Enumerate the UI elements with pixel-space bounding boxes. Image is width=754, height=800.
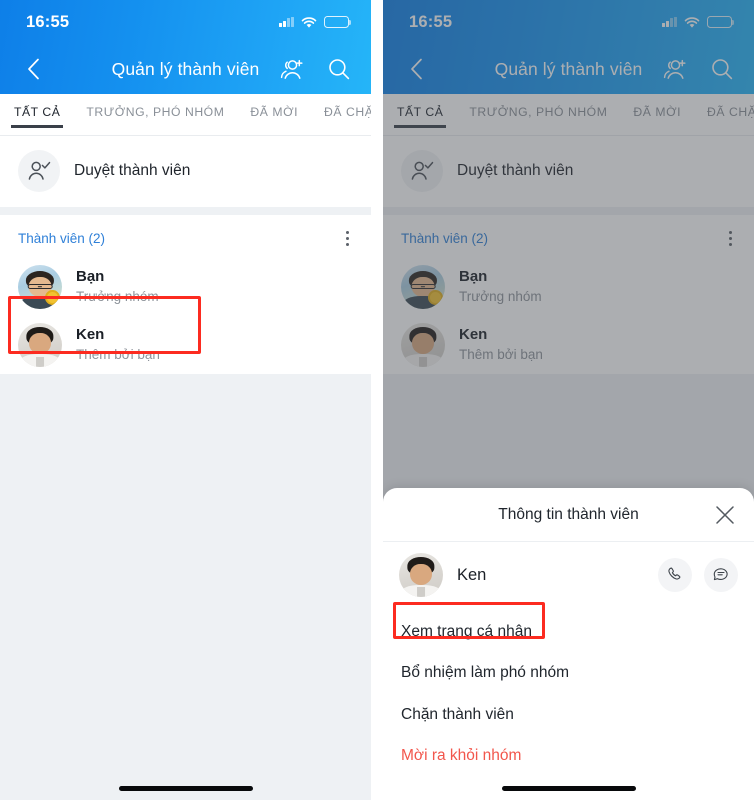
nav-actions bbox=[279, 55, 353, 83]
sheet-header: Thông tin thành viên bbox=[383, 488, 754, 542]
sheet-title: Thông tin thành viên bbox=[498, 505, 639, 523]
sheet-user-row: Ken bbox=[383, 542, 754, 607]
tab-blocked[interactable]: ĐÃ CHẶN bbox=[324, 94, 371, 119]
member-text: Ken Thêm bởi bạn bbox=[76, 325, 160, 365]
table-row[interactable]: Bạn Trưởng nhóm bbox=[0, 257, 371, 316]
member-info-sheet: Thông tin thành viên Ken Xem trang cá nh… bbox=[383, 488, 754, 800]
menu-item-promote-deputy[interactable]: Bổ nhiệm làm phó nhóm bbox=[383, 652, 754, 693]
status-bar-time: 16:55 bbox=[26, 12, 70, 31]
back-button[interactable] bbox=[18, 54, 48, 84]
sheet-user-name: Ken bbox=[457, 565, 487, 584]
phone-screen-left: 16:55 Quản lý thành viên TẤT CẢ TRƯỞNG, … bbox=[0, 0, 371, 800]
search-icon[interactable] bbox=[325, 55, 353, 83]
cellular-signal-icon bbox=[279, 17, 294, 27]
table-row[interactable]: Ken Thêm bởi bạn bbox=[0, 315, 371, 374]
approve-members-label: Duyệt thành viên bbox=[74, 162, 191, 179]
member-text: Bạn Trưởng nhóm bbox=[76, 267, 159, 307]
wifi-icon bbox=[301, 16, 317, 28]
member-role: Trưởng nhóm bbox=[76, 288, 159, 304]
menu-item-remove-member[interactable]: Mời ra khỏi nhóm bbox=[383, 735, 754, 776]
approve-members-row[interactable]: Duyệt thành viên bbox=[0, 136, 371, 207]
members-count-label: Thành viên (2) bbox=[18, 230, 106, 246]
avatar bbox=[18, 264, 62, 309]
approve-card: Duyệt thành viên bbox=[0, 136, 371, 207]
add-people-icon[interactable] bbox=[279, 55, 307, 83]
tab-leaders[interactable]: TRƯỞNG, PHÓ NHÓM bbox=[86, 94, 224, 119]
tab-invited[interactable]: ĐÃ MỜI bbox=[250, 94, 298, 119]
members-section-header: Thành viên (2) bbox=[0, 215, 371, 258]
message-icon[interactable] bbox=[704, 558, 738, 592]
member-name: Bạn bbox=[76, 267, 105, 285]
tab-bar: TẤT CẢ TRƯỞNG, PHÓ NHÓM ĐÃ MỜI ĐÃ CHẶN bbox=[0, 94, 371, 136]
avatar bbox=[18, 322, 62, 367]
member-name: Ken bbox=[76, 325, 105, 343]
tab-all[interactable]: TẤT CẢ bbox=[10, 94, 64, 128]
section-divider bbox=[0, 207, 371, 215]
content-area: Duyệt thành viên Thành viên (2) Bạn Trưở… bbox=[0, 136, 371, 800]
sheet-menu: Xem trang cá nhân Bổ nhiệm làm phó nhóm … bbox=[383, 607, 754, 777]
phone-icon[interactable] bbox=[658, 558, 692, 592]
kebab-menu-icon[interactable] bbox=[342, 227, 353, 250]
menu-item-view-profile[interactable]: Xem trang cá nhân bbox=[383, 611, 754, 652]
status-bar-icons bbox=[279, 16, 352, 28]
header-left: 16:55 Quản lý thành viên bbox=[0, 0, 371, 94]
nav-bar: Quản lý thành viên bbox=[0, 44, 371, 94]
status-bar: 16:55 bbox=[0, 0, 371, 44]
close-icon[interactable] bbox=[710, 500, 740, 530]
avatar bbox=[399, 553, 443, 597]
member-role: Thêm bởi bạn bbox=[76, 346, 160, 362]
home-indicator bbox=[501, 786, 636, 791]
approve-member-icon bbox=[18, 150, 60, 192]
home-indicator bbox=[118, 786, 253, 791]
members-card: Thành viên (2) Bạn Trưởng nhóm Ken Thêm … bbox=[0, 215, 371, 374]
phone-screen-right: 16:55 Quản lý thành viên TẤT CẢ TRƯỞNG, … bbox=[383, 0, 754, 800]
menu-item-block-member[interactable]: Chặn thành viên bbox=[383, 694, 754, 735]
battery-icon bbox=[324, 16, 352, 28]
sheet-user-actions bbox=[658, 558, 738, 592]
screenshot-stage: 16:55 Quản lý thành viên TẤT CẢ TRƯỞNG, … bbox=[0, 0, 754, 800]
